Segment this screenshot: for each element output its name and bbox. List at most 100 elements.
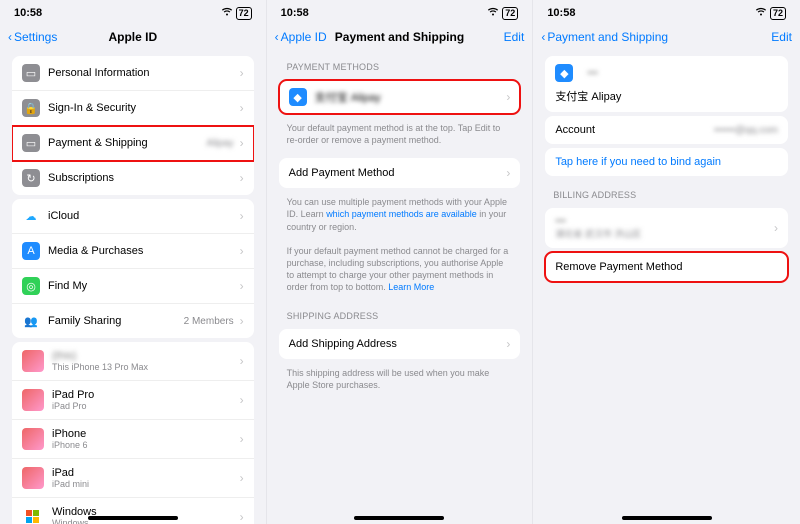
back-button[interactable]: ‹ Apple ID <box>275 30 327 44</box>
status-bar: 10:58 72 <box>267 0 533 22</box>
account-value: ••••••@qq.com <box>714 125 778 136</box>
card-icon: ▭ <box>22 134 40 152</box>
home-indicator[interactable] <box>88 516 178 520</box>
link-payment-methods-available[interactable]: which payment methods are available <box>326 209 477 219</box>
battery-icon: 72 <box>236 7 252 20</box>
status-right: 72 <box>221 7 252 20</box>
settings-row-sign-in-security[interactable]: 🔒Sign-In & Security› <box>12 91 254 126</box>
chevron-right-icon: › <box>240 101 244 115</box>
bind-again-link[interactable]: Tap here if you need to bind again <box>545 148 788 176</box>
row-label: iCloud <box>48 210 236 222</box>
clock: 10:58 <box>281 7 309 19</box>
wifi-icon <box>755 7 767 19</box>
payment-method-row[interactable]: ◆ 支付宝 Alipay › <box>279 80 521 114</box>
device-model: iPad mini <box>52 479 236 489</box>
settings-row-payment-shipping[interactable]: ▭Payment & ShippingAlipay› <box>12 126 254 161</box>
device-name: iPad <box>52 467 236 479</box>
group-devices: (this)This iPhone 13 Pro Max›iPad ProiPa… <box>12 342 254 524</box>
chevron-right-icon: › <box>240 171 244 185</box>
row-label: Payment & Shipping <box>48 137 206 149</box>
back-button[interactable]: ‹ Settings <box>8 30 57 44</box>
link-learn-more[interactable]: Learn More <box>388 282 434 292</box>
edit-button[interactable]: Edit <box>504 30 525 44</box>
settings-row-icloud[interactable]: ☁iCloud› <box>12 199 254 234</box>
settings-row-find-my[interactable]: ◎Find My› <box>12 269 254 304</box>
person-card-icon: ▭ <box>22 64 40 82</box>
add-payment-label: Add Payment Method <box>289 167 503 179</box>
remove-payment-method-row[interactable]: Remove Payment Method <box>545 252 788 282</box>
add-shipping-row[interactable]: Add Shipping Address › <box>279 329 521 359</box>
back-button[interactable]: ‹ Payment and Shipping <box>541 30 668 44</box>
device-row[interactable]: iPadiPad mini › <box>12 459 254 498</box>
settings-row-family-sharing[interactable]: 👥 Family Sharing2 Members › <box>12 304 254 338</box>
chevron-right-icon: › <box>240 244 244 258</box>
account-label: Account <box>555 124 595 136</box>
footer-charge-order: If your default payment method cannot be… <box>267 241 533 302</box>
alipay-icon: ◆ <box>555 64 573 82</box>
findmy-icon: ◎ <box>22 277 40 295</box>
alipay-icon: ◆ <box>289 88 307 106</box>
settings-row-media-purchases[interactable]: A Media & Purchases › <box>12 234 254 269</box>
device-name: (this) <box>52 350 236 362</box>
group-account: ▭Personal Information›🔒Sign-In & Securit… <box>12 56 254 195</box>
device-name: iPhone <box>52 428 236 440</box>
edit-button[interactable]: Edit <box>771 30 792 44</box>
account-row: Account ••••••@qq.com <box>545 116 788 144</box>
screen-payment-detail: 10:58 72 ‹ Payment and Shipping Edit ◆ •… <box>533 0 800 524</box>
row-label: Find My <box>48 280 236 292</box>
add-shipping-label: Add Shipping Address <box>289 338 503 350</box>
wifi-icon <box>221 7 233 19</box>
settings-row-personal-information[interactable]: ▭ Personal Information › <box>12 56 254 91</box>
nav-bar: ‹ Settings Apple ID <box>0 22 266 52</box>
section-header-payment-methods: PAYMENT METHODS <box>267 52 533 76</box>
payment-provider-name: 支付宝 Alipay <box>555 88 621 104</box>
device-name: iPad Pro <box>52 389 236 401</box>
remove-payment-label: Remove Payment Method <box>555 261 778 273</box>
home-indicator[interactable] <box>354 516 444 520</box>
chevron-right-icon: › <box>240 393 244 407</box>
appstore-icon: A <box>22 242 40 260</box>
billing-address-row[interactable]: ••• 湖北省 武汉市 洪山区 › <box>545 208 788 248</box>
chevron-right-icon: › <box>506 166 510 180</box>
family-icon: 👥 <box>22 312 40 330</box>
windows-icon <box>22 506 44 524</box>
battery-icon: 72 <box>502 7 518 20</box>
status-right: 72 <box>487 7 518 20</box>
payment-method-name: 支付宝 Alipay <box>315 89 503 105</box>
wifi-icon <box>487 7 499 19</box>
add-payment-method-row[interactable]: Add Payment Method › <box>279 158 521 188</box>
chevron-right-icon: › <box>240 136 244 150</box>
device-row[interactable]: iPhoneiPhone 6› <box>12 420 254 459</box>
section-header-billing: BILLING ADDRESS <box>533 180 800 204</box>
row-label: Media & Purchases <box>48 245 236 257</box>
device-model: iPad Pro <box>52 401 236 411</box>
device-row[interactable]: (this)This iPhone 13 Pro Max› <box>12 342 254 381</box>
chevron-right-icon: › <box>240 66 244 80</box>
chevron-left-icon: ‹ <box>8 30 12 44</box>
row-label: Personal Information <box>48 67 236 79</box>
device-thumbnail-icon <box>22 389 44 411</box>
home-indicator[interactable] <box>622 516 712 520</box>
status-bar: 10:58 72 <box>0 0 266 22</box>
status-right: 72 <box>755 7 786 20</box>
settings-row-subscriptions[interactable]: ↻Subscriptions› <box>12 161 254 195</box>
row-label: Sign-In & Security <box>48 102 236 114</box>
clock: 10:58 <box>14 7 42 19</box>
section-header-shipping: SHIPPING ADDRESS <box>267 301 533 325</box>
row-label: Family Sharing <box>48 315 184 327</box>
device-row[interactable]: WindowsWindows› <box>12 498 254 524</box>
screen-payment-shipping: 10:58 72 ‹ Apple ID Payment and Shipping… <box>267 0 534 524</box>
chevron-right-icon: › <box>240 314 244 328</box>
chevron-left-icon: ‹ <box>275 30 279 44</box>
row-detail: 2 Members <box>184 316 234 327</box>
device-row[interactable]: iPad ProiPad Pro › <box>12 381 254 420</box>
cloud-icon: ☁ <box>22 207 40 225</box>
chevron-right-icon: › <box>774 221 778 235</box>
chevron-right-icon: › <box>240 471 244 485</box>
chevron-right-icon: › <box>506 337 510 351</box>
subs-icon: ↻ <box>22 169 40 187</box>
nav-bar: ‹ Payment and Shipping Edit <box>533 22 800 52</box>
back-label: Apple ID <box>281 30 327 44</box>
nav-bar: ‹ Apple ID Payment and Shipping Edit <box>267 22 533 52</box>
back-label: Payment and Shipping <box>547 30 668 44</box>
